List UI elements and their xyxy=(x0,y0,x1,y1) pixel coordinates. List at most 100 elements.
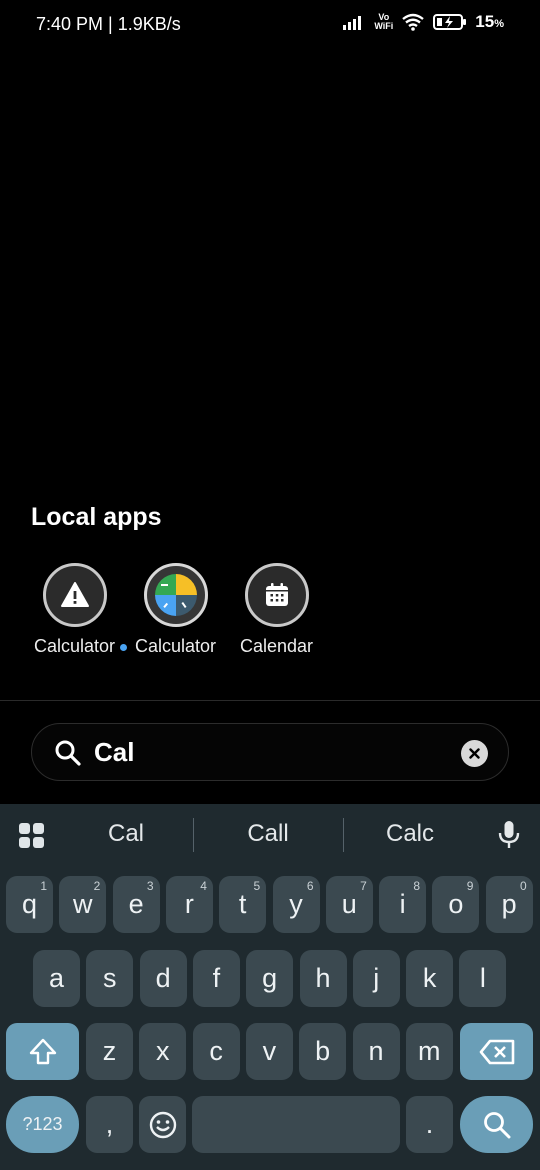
key-number-hint: 0 xyxy=(520,879,527,893)
key-letter: v xyxy=(262,1036,277,1066)
key-l[interactable]: l xyxy=(459,950,507,1007)
suggestion-3[interactable]: Calc xyxy=(340,820,480,848)
key-letter: s xyxy=(103,963,117,993)
key-letter: g xyxy=(262,963,278,993)
key-p[interactable]: p0 xyxy=(485,876,533,933)
key-q[interactable]: q1 xyxy=(6,876,53,933)
key-number-hint: 3 xyxy=(146,879,154,893)
clear-search-button[interactable] xyxy=(461,740,488,767)
key-o[interactable]: o9 xyxy=(432,876,480,933)
key-d[interactable]: d xyxy=(139,950,187,1007)
key-b[interactable]: b xyxy=(299,1023,347,1080)
key-letter: h xyxy=(315,963,331,993)
key-letter: m xyxy=(418,1036,441,1066)
key-number-hint: 5 xyxy=(253,879,261,893)
key-x[interactable]: x xyxy=(139,1023,187,1080)
emoji-key[interactable] xyxy=(139,1096,186,1153)
suggestion-1[interactable]: Cal xyxy=(56,820,196,848)
key-letter: b xyxy=(315,1036,331,1066)
space-key[interactable] xyxy=(192,1096,400,1153)
key-s[interactable]: s xyxy=(86,950,134,1007)
new-badge-dot xyxy=(119,644,127,651)
key-letter: k xyxy=(422,963,437,993)
app-icon[interactable] xyxy=(244,563,309,627)
key-number-hint: 4 xyxy=(200,879,207,893)
key-letter: e xyxy=(128,889,144,919)
status-bar: 7:40 PM | 1.9KB/s Vo WiFi 15% xyxy=(0,0,540,50)
app-icon[interactable] xyxy=(143,563,208,627)
search-action-key[interactable] xyxy=(460,1096,533,1153)
key-z[interactable]: z xyxy=(86,1023,133,1080)
key-c[interactable]: c xyxy=(192,1023,240,1080)
key-e[interactable]: e3 xyxy=(112,876,160,933)
key-r[interactable]: r4 xyxy=(165,876,213,933)
key-letter: y xyxy=(289,889,303,919)
status-time: 7:40 PM | 1.9KB/s xyxy=(36,14,181,34)
key-letter: f xyxy=(212,963,221,993)
suggestion-2[interactable]: Call xyxy=(198,820,338,848)
key-i[interactable]: i8 xyxy=(379,876,427,933)
app-label: Calculator xyxy=(33,636,116,656)
period-key[interactable]: . xyxy=(406,1096,453,1153)
key-j[interactable]: j xyxy=(352,950,400,1007)
key-letter: q xyxy=(21,889,38,919)
key-n[interactable]: n xyxy=(352,1023,400,1080)
symbols-key[interactable]: ?123 xyxy=(6,1096,79,1153)
key-letter: u xyxy=(341,889,357,919)
key-u[interactable]: u7 xyxy=(325,876,373,933)
local-apps-list: Calculator Calculator Calendar xyxy=(24,563,327,658)
key-letter: x xyxy=(156,1036,170,1066)
calendar-icon xyxy=(265,583,288,606)
shift-icon xyxy=(29,1038,56,1064)
search-input[interactable] xyxy=(94,734,444,770)
backspace-key[interactable] xyxy=(460,1023,533,1080)
key-letter: c xyxy=(209,1036,223,1066)
microphone-icon[interactable] xyxy=(498,820,520,850)
wifi-label: WiFi xyxy=(374,21,394,31)
suggestion-divider xyxy=(193,818,194,852)
key-w[interactable]: w2 xyxy=(59,876,107,933)
key-k[interactable]: k xyxy=(406,950,454,1007)
app-label: Calendar xyxy=(239,636,314,656)
key-letter: j xyxy=(373,963,380,993)
key-a[interactable]: a xyxy=(33,950,80,1007)
key-letter: w xyxy=(73,889,93,919)
key-m[interactable]: m xyxy=(405,1023,453,1080)
key-f[interactable]: f xyxy=(192,950,240,1007)
close-icon xyxy=(469,748,480,759)
app-label: Calculator xyxy=(119,635,222,658)
key-h[interactable]: h xyxy=(299,950,347,1007)
key-letter: i xyxy=(399,889,406,919)
key-g[interactable]: g xyxy=(246,950,294,1007)
key-letter: p xyxy=(501,889,517,919)
divider xyxy=(0,700,540,701)
app-calendar[interactable]: Calendar xyxy=(226,563,327,658)
signal-icon xyxy=(343,16,362,30)
status-icons: Vo WiFi 15% xyxy=(342,12,504,32)
pie-chart-icon xyxy=(154,574,197,616)
key-v[interactable]: v xyxy=(245,1023,293,1080)
battery-icon xyxy=(433,14,467,30)
suggestion-bar: Cal Call Calc xyxy=(0,804,540,866)
key-number-hint: 8 xyxy=(413,879,421,893)
app-icon[interactable] xyxy=(42,563,107,627)
key-letter: r xyxy=(184,889,194,919)
wifi-icon xyxy=(402,13,425,31)
app-calculator-2[interactable]: Calculator xyxy=(119,563,226,658)
search-icon xyxy=(55,740,81,766)
key-y[interactable]: y6 xyxy=(272,876,320,933)
warning-icon xyxy=(60,582,89,607)
key-letter: d xyxy=(155,963,171,993)
shift-key[interactable] xyxy=(6,1023,79,1080)
battery-level: 15% xyxy=(475,12,504,31)
key-letter: n xyxy=(368,1036,384,1066)
search-bar[interactable] xyxy=(31,723,509,781)
key-number-hint: 6 xyxy=(306,879,314,893)
key-number-hint: 1 xyxy=(40,879,47,893)
key-letter: l xyxy=(479,963,486,993)
key-letter: t xyxy=(238,889,247,919)
apps-grid-icon[interactable] xyxy=(18,822,46,850)
app-calculator-1[interactable]: Calculator xyxy=(24,563,125,658)
key-t[interactable]: t5 xyxy=(219,876,267,933)
comma-key[interactable]: , xyxy=(86,1096,133,1153)
